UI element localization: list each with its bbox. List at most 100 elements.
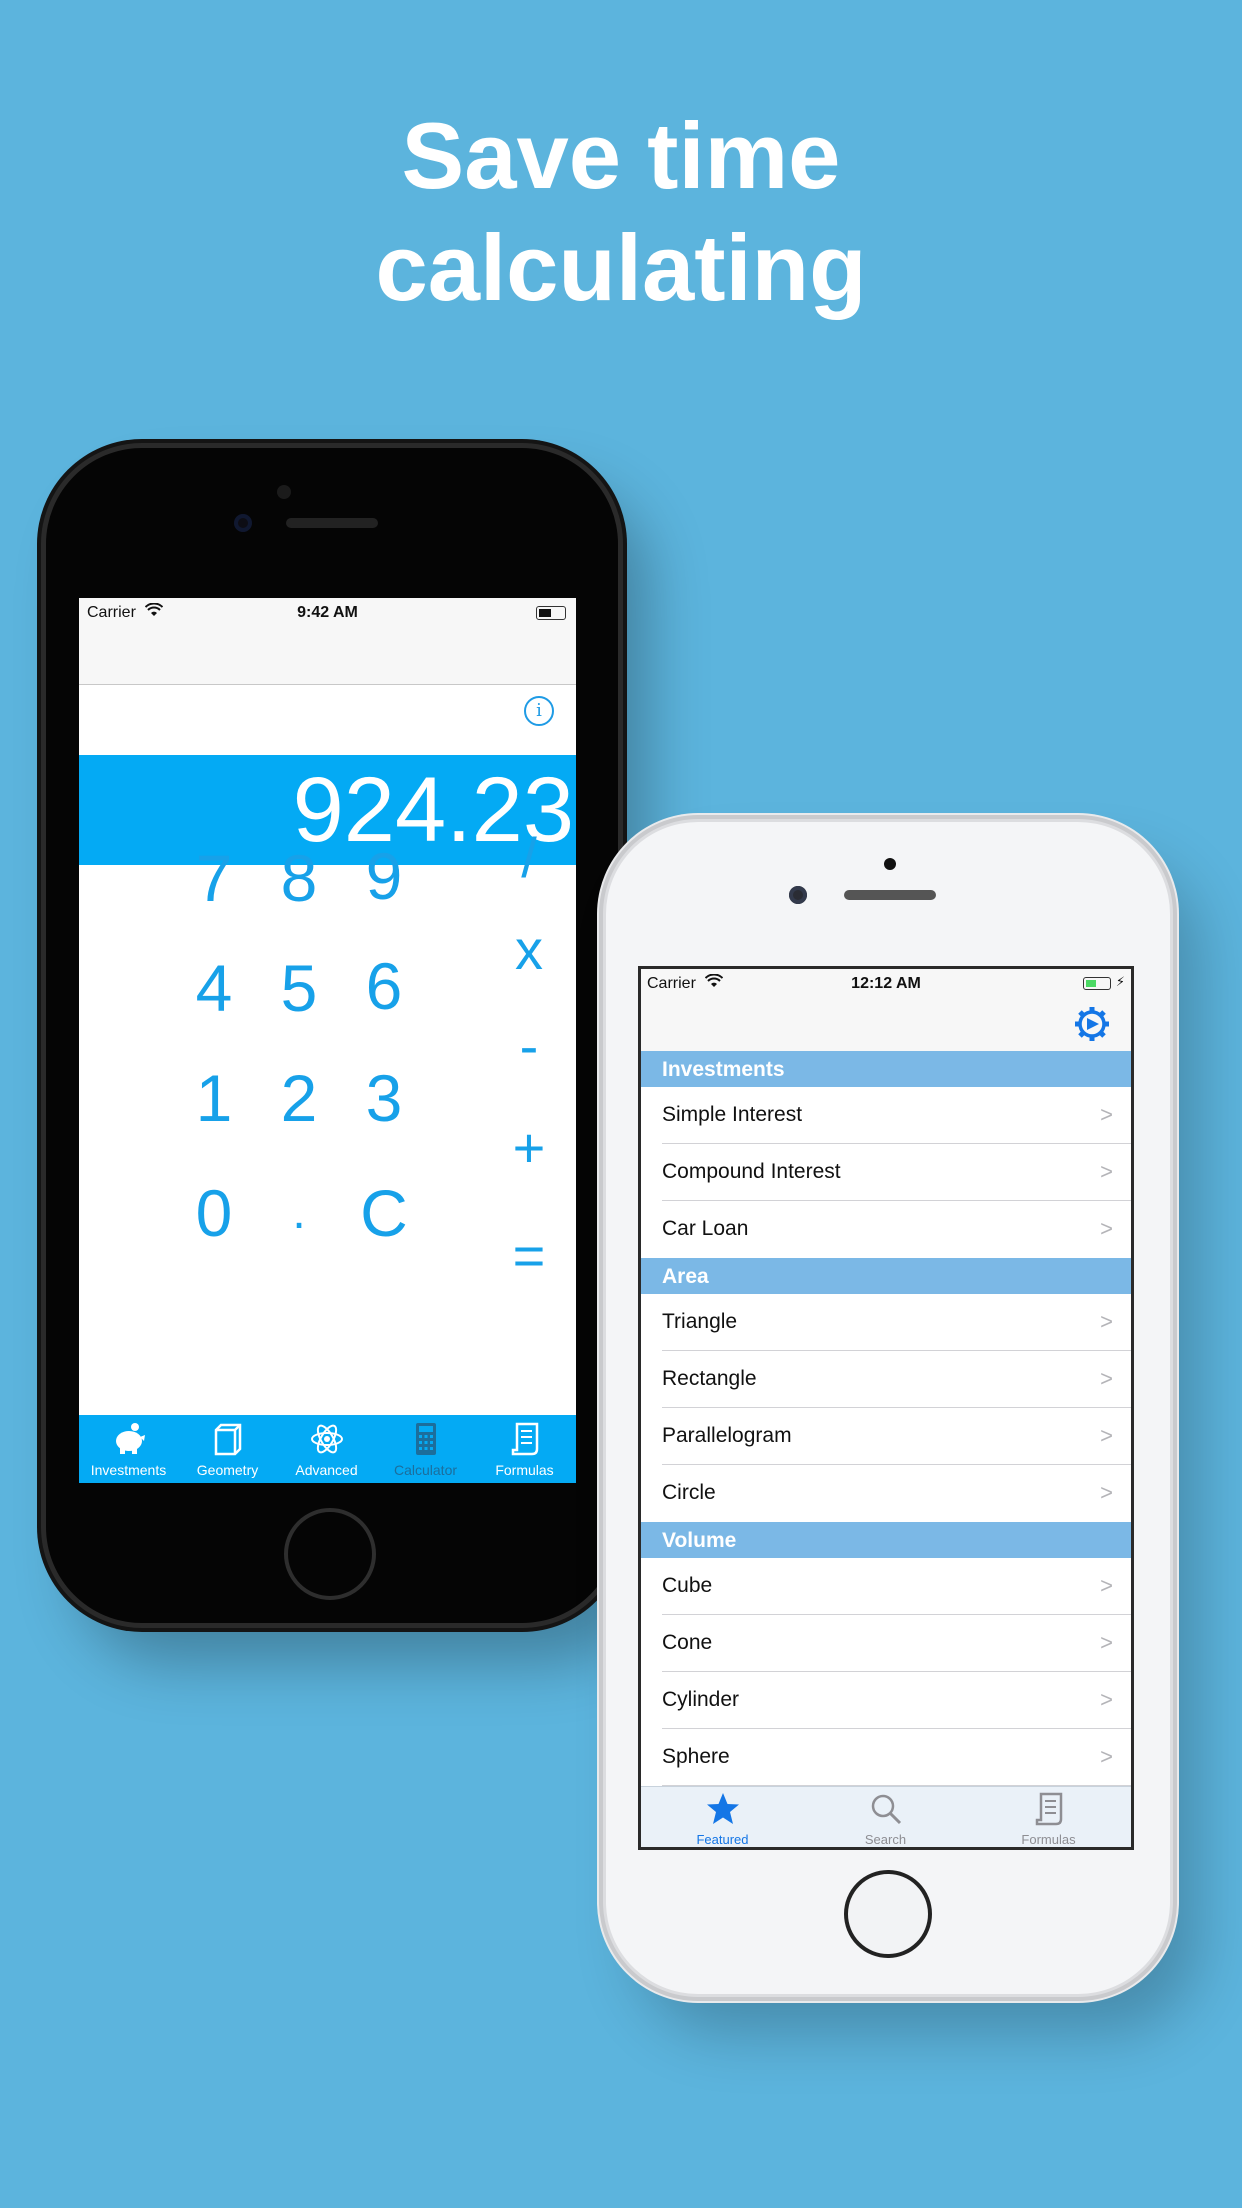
key-2[interactable]: 2: [259, 1058, 339, 1138]
tab-featured[interactable]: Featured: [641, 1787, 804, 1847]
chevron-right-icon: >: [1100, 1216, 1113, 1241]
calculator-screen: Carrier 9:42 AM i 924.23 7 8 9 4 5 6 1 2…: [79, 598, 576, 1483]
section-header-investments: Investments: [641, 1051, 1131, 1087]
list-item-label: Circle: [662, 1481, 716, 1504]
info-icon[interactable]: i: [524, 696, 554, 726]
list-item-parallelogram[interactable]: Parallelogram >: [641, 1408, 1131, 1465]
tab-advanced[interactable]: Advanced: [277, 1415, 376, 1483]
tab-label: Formulas: [495, 1462, 554, 1478]
chevron-right-icon: >: [1100, 1630, 1113, 1655]
key-1[interactable]: 1: [174, 1058, 254, 1138]
tab-label: Formulas: [1021, 1832, 1076, 1847]
calculator-icon: [416, 1423, 436, 1455]
list-item-label: Parallelogram: [662, 1424, 792, 1447]
headline: Save time calculating: [0, 100, 1242, 324]
front-sensor: [277, 485, 291, 499]
key-4[interactable]: 4: [174, 948, 254, 1028]
list-item-car-loan[interactable]: Car Loan >: [641, 1201, 1131, 1258]
key-5[interactable]: 5: [259, 948, 339, 1028]
key-9[interactable]: 9: [344, 836, 424, 916]
chevron-right-icon: >: [1100, 1480, 1113, 1505]
chevron-right-icon: >: [1100, 1366, 1113, 1391]
tab-label: Search: [864, 1832, 907, 1847]
list-item-cylinder[interactable]: Cylinder >: [641, 1672, 1131, 1729]
key-minus[interactable]: -: [489, 1006, 569, 1086]
list-item-triangle[interactable]: Triangle >: [641, 1294, 1131, 1351]
key-8[interactable]: 8: [259, 838, 339, 918]
document-icon: [1035, 1792, 1063, 1826]
key-3[interactable]: 3: [344, 1058, 424, 1138]
list-item-sphere[interactable]: Sphere >: [641, 1729, 1131, 1786]
home-button[interactable]: [284, 1508, 376, 1600]
tab-formulas[interactable]: Formulas: [967, 1787, 1130, 1847]
tab-search[interactable]: Search: [804, 1787, 967, 1847]
list-item-label: Cube: [662, 1574, 713, 1597]
front-sensor: [884, 858, 896, 870]
tab-label: Geometry: [196, 1462, 259, 1478]
battery-icon: [536, 606, 566, 620]
key-6[interactable]: 6: [344, 946, 424, 1026]
formulas-tab-bar: Featured Search Formulas: [641, 1786, 1131, 1847]
list-item-cube[interactable]: Cube >: [641, 1558, 1131, 1615]
home-button[interactable]: [844, 1870, 932, 1958]
status-bar: Carrier 9:42 AM: [79, 598, 576, 628]
charging-icon: ⚡: [1115, 974, 1125, 989]
headline-line-1: Save time: [401, 103, 841, 208]
tab-label: Advanced: [295, 1462, 358, 1478]
list-item-label: Compound Interest: [662, 1160, 841, 1183]
key-clear[interactable]: C: [344, 1173, 424, 1253]
key-equals[interactable]: =: [489, 1216, 569, 1296]
formulas-phone: Carrier 12:12 AM ⚡ Investments Simple In…: [606, 822, 1170, 1994]
star-icon: [707, 1793, 739, 1824]
chevron-right-icon: >: [1100, 1573, 1113, 1598]
section-header-volume: Volume: [641, 1522, 1131, 1558]
list-item-simple-interest[interactable]: Simple Interest >: [641, 1087, 1131, 1144]
navigation-bar: [79, 628, 576, 685]
status-bar: Carrier 12:12 AM ⚡: [641, 969, 1131, 999]
list-item-compound-interest[interactable]: Compound Interest >: [641, 1144, 1131, 1201]
tab-label: Calculator: [393, 1462, 458, 1478]
list-item-cone[interactable]: Cone >: [641, 1615, 1131, 1672]
atom-icon: [311, 1424, 343, 1454]
status-time: 9:42 AM: [297, 604, 358, 621]
list-item-label: Sphere: [662, 1745, 730, 1768]
list-item-rectangle[interactable]: Rectangle >: [641, 1351, 1131, 1408]
chevron-right-icon: >: [1100, 1687, 1113, 1712]
tab-calculator[interactable]: Calculator: [376, 1415, 475, 1483]
navigation-bar: [641, 999, 1131, 1051]
piggy-bank-icon: [116, 1423, 145, 1454]
key-7[interactable]: 7: [174, 838, 254, 918]
headline-line-2: calculating: [375, 215, 867, 320]
formula-list: Investments Simple Interest > Compound In…: [641, 1051, 1131, 1786]
earpiece-speaker: [844, 890, 936, 900]
tab-label: Featured: [696, 1832, 749, 1847]
list-item-circle[interactable]: Circle >: [641, 1465, 1131, 1522]
gear-icon[interactable]: [1073, 1005, 1111, 1043]
tab-geometry[interactable]: Geometry: [178, 1415, 277, 1483]
list-item-label: Rectangle: [662, 1367, 757, 1390]
search-icon: [871, 1794, 902, 1825]
status-time: 12:12 AM: [851, 975, 921, 992]
chevron-right-icon: >: [1100, 1102, 1113, 1127]
calculator-phone: Carrier 9:42 AM i 924.23 7 8 9 4 5 6 1 2…: [46, 448, 618, 1623]
tab-formulas[interactable]: Formulas: [475, 1415, 574, 1483]
chevron-right-icon: >: [1100, 1309, 1113, 1334]
key-multiply[interactable]: x: [489, 910, 569, 990]
chevron-right-icon: >: [1100, 1744, 1113, 1769]
chevron-right-icon: >: [1100, 1423, 1113, 1448]
calculator-tab-bar: Investments Geometry Advanced Calculator…: [79, 1415, 576, 1483]
formulas-screen: Carrier 12:12 AM ⚡ Investments Simple In…: [638, 966, 1134, 1850]
tab-label: Investments: [90, 1462, 167, 1478]
tab-investments[interactable]: Investments: [79, 1415, 178, 1483]
list-item-label: Cone: [662, 1631, 713, 1654]
chevron-right-icon: >: [1100, 1159, 1113, 1184]
document-icon: [511, 1422, 539, 1456]
front-camera: [789, 886, 807, 904]
key-decimal[interactable]: .: [259, 1173, 339, 1253]
key-0[interactable]: 0: [174, 1173, 254, 1253]
earpiece-speaker: [286, 518, 378, 528]
list-item-label: Simple Interest: [662, 1103, 803, 1126]
list-item-label: Cylinder: [662, 1688, 740, 1711]
key-plus[interactable]: +: [489, 1108, 569, 1188]
key-divide[interactable]: /: [489, 818, 569, 898]
